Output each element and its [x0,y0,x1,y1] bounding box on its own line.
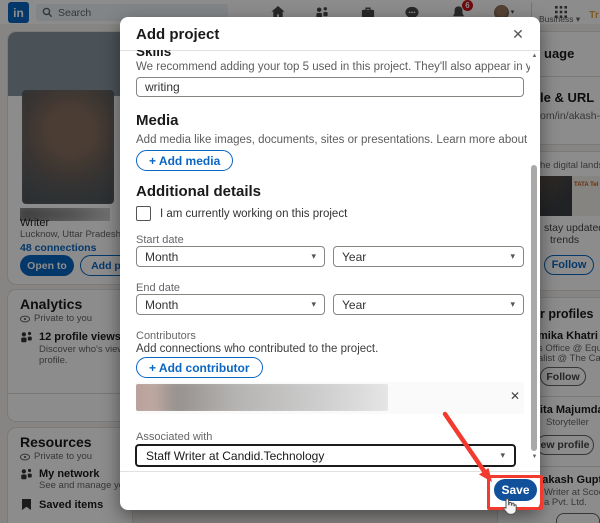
media-description: Add media like images, documents, sites … [136,134,530,146]
contributor-name-blurred [136,384,388,411]
close-icon[interactable]: ✕ [508,24,528,44]
chevron-down-icon: ▾ [510,299,515,309]
scroll-down-icon[interactable]: ▼ [530,454,539,460]
chevron-down-icon: ▾ [311,299,316,309]
additional-details-heading: Additional details [136,183,262,200]
modal-scrollbar[interactable]: ▲ ▼ [530,53,539,460]
currently-working-label: I am currently working on this project [160,208,348,220]
contributors-label: Contributors [136,330,196,342]
hand-cursor-icon [503,498,517,515]
contributor-row: ✕ [136,382,524,414]
end-year-select[interactable]: Year ▾ [333,294,524,315]
modal-content: Skills We recommend adding your top 5 us… [120,50,530,472]
scrollbar-thumb[interactable] [531,165,537,451]
currently-working-checkbox[interactable] [136,206,151,221]
associated-with-value: Staff Writer at Candid.Technology [146,448,325,463]
remove-contributor-icon[interactable]: ✕ [510,389,520,403]
start-date-label: Start date [136,234,184,246]
modal-header: Add project ✕ [120,17,540,51]
start-month-select[interactable]: Month ▾ [136,246,325,267]
chevron-down-icon: ▾ [510,251,515,261]
media-heading: Media [136,112,179,129]
skills-description: We recommend adding your top 5 used in t… [136,61,530,73]
skills-input-value: writing [145,80,180,94]
skills-heading: Skills [136,50,172,59]
associated-with-select[interactable]: Staff Writer at Candid.Technology ▾ [135,444,516,467]
add-project-modal: Add project ✕ Skills We recommend adding… [120,17,540,510]
screen: in Search 6 ▾ Business ▾ Tr Writer Luckn… [0,0,600,523]
end-date-label: End date [136,282,181,294]
add-media-button[interactable]: + Add media [136,150,234,171]
end-month-select[interactable]: Month ▾ [136,294,325,315]
modal-footer: Save [120,471,540,510]
modal-title: Add project [136,26,220,43]
chevron-down-icon: ▾ [311,251,316,261]
add-contributor-button[interactable]: + Add contributor [136,357,263,378]
start-year-select[interactable]: Year ▾ [333,246,524,267]
contributors-description: Add connections who contributed to the p… [136,343,379,355]
scroll-up-icon[interactable]: ▲ [530,53,539,59]
skills-input[interactable]: writing [136,77,524,97]
associated-with-label: Associated with [136,431,213,443]
chevron-down-icon: ▾ [500,450,505,460]
